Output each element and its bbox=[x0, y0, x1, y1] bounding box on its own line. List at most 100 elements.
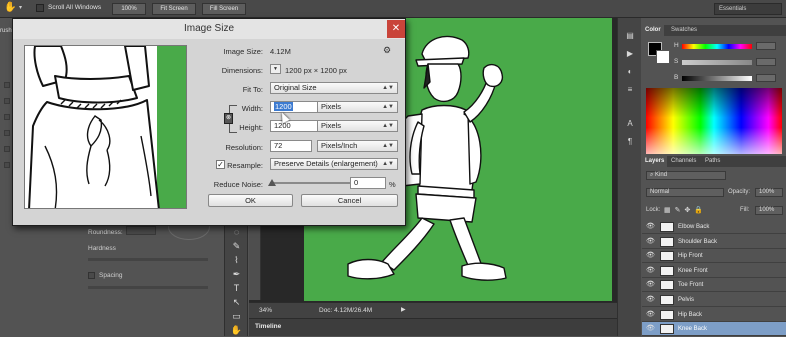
saturation-slider[interactable] bbox=[682, 60, 752, 65]
blend-mode-select[interactable]: Normal bbox=[646, 188, 724, 197]
hue-slider[interactable] bbox=[682, 44, 752, 49]
ok-button[interactable]: OK bbox=[208, 194, 293, 207]
tool-preset-chevron-icon[interactable]: ▾ bbox=[19, 4, 22, 11]
resample-select[interactable]: Preserve Details (enlargement) ▲▼ bbox=[270, 158, 398, 170]
image-size-dialog: Image Size ✕ Image Size: 4.12M ⚙ Dimensi… bbox=[12, 18, 406, 226]
layer-row[interactable]: 👁 Shoulder Back bbox=[642, 234, 786, 249]
reduce-noise-input[interactable]: 0 bbox=[350, 177, 386, 189]
layer-row[interactable]: 👁 Knee Front bbox=[642, 263, 786, 278]
chevron-down-icon: ▲▼ bbox=[382, 104, 394, 110]
height-unit-value: Pixels bbox=[321, 121, 342, 130]
layer-filter-kind[interactable]: ⌕ Kind bbox=[646, 171, 726, 180]
spacing-slider[interactable] bbox=[88, 286, 208, 289]
eye-visibility-icon[interactable]: 👁 bbox=[646, 281, 655, 289]
tab-channels[interactable]: Channels bbox=[668, 156, 699, 167]
image-preview[interactable] bbox=[24, 45, 187, 209]
path-select-tool-icon[interactable]: ↖ bbox=[229, 296, 244, 309]
hand-tool-icon[interactable]: ✋ bbox=[229, 324, 244, 337]
fit-screen-button[interactable]: Fit Screen bbox=[152, 3, 196, 15]
lasso-tool-icon[interactable]: ◌ bbox=[229, 226, 244, 239]
reduce-noise-slider[interactable] bbox=[270, 182, 350, 184]
spacing-checkbox[interactable] bbox=[88, 272, 95, 279]
roundness-field[interactable] bbox=[126, 226, 156, 235]
layer-row[interactable]: 👁 Hip Front bbox=[642, 249, 786, 264]
reduce-noise-slider-thumb[interactable] bbox=[268, 179, 276, 186]
tab-layers[interactable]: Layers bbox=[642, 156, 668, 167]
rectangle-tool-icon[interactable]: ▭ bbox=[229, 310, 244, 323]
hue-value[interactable] bbox=[756, 42, 776, 50]
close-button[interactable]: ✕ bbox=[387, 20, 405, 38]
scroll-all-label: Scroll All Windows bbox=[48, 4, 102, 11]
timeline-tab[interactable]: Timeline bbox=[255, 323, 281, 330]
layer-name: Elbow Back bbox=[678, 224, 710, 230]
tab-swatches[interactable]: Swatches bbox=[668, 25, 700, 36]
character-panel-icon[interactable]: A bbox=[622, 118, 638, 130]
opacity-field[interactable]: 100% bbox=[755, 188, 783, 197]
adjustments-panel-icon[interactable]: ◐ bbox=[622, 66, 638, 78]
doc-size[interactable]: Doc: 4.12M/26.4M bbox=[319, 307, 372, 314]
eye-visibility-icon[interactable]: 👁 bbox=[646, 325, 655, 333]
hand-tool-icon[interactable]: ✋ bbox=[4, 2, 16, 13]
type-tool-icon[interactable]: T bbox=[229, 282, 244, 295]
color-panel-tabs: Color Swatches bbox=[642, 25, 786, 36]
dimensions-unit-toggle[interactable]: ▼ bbox=[270, 64, 281, 74]
brush-option-checkbox[interactable] bbox=[4, 98, 10, 104]
fill-field[interactable]: 100% bbox=[755, 206, 783, 215]
eye-visibility-icon[interactable]: 👁 bbox=[646, 238, 655, 246]
quick-select-tool-icon[interactable]: ✎ bbox=[229, 240, 244, 253]
zoom-100-button[interactable]: 100% bbox=[112, 3, 146, 15]
paragraph-panel-icon[interactable]: ¶ bbox=[622, 136, 638, 148]
timeline-panel: Timeline bbox=[249, 318, 617, 336]
brush-option-checkbox[interactable] bbox=[4, 146, 10, 152]
history-panel-icon[interactable]: ▤ bbox=[622, 30, 638, 42]
properties-panel-icon[interactable]: ≡ bbox=[622, 84, 638, 96]
brush-tab[interactable]: rush bbox=[0, 28, 12, 34]
background-color-swatch[interactable] bbox=[656, 50, 670, 64]
lock-icons[interactable]: ▦✎✥🔒 bbox=[664, 206, 707, 214]
layer-name: Knee Front bbox=[678, 267, 708, 274]
brush-option-checkbox[interactable] bbox=[4, 114, 10, 120]
brush-option-checkbox[interactable] bbox=[4, 130, 10, 136]
height-unit-select[interactable]: Pixels ▲▼ bbox=[317, 120, 398, 132]
eye-visibility-icon[interactable]: 👁 bbox=[646, 311, 655, 319]
pen-tool-icon[interactable]: ✒ bbox=[229, 268, 244, 281]
workspace-switcher[interactable]: Essentials bbox=[714, 3, 782, 15]
width-unit-select[interactable]: Pixels ▲▼ bbox=[317, 101, 398, 113]
layer-thumbnail bbox=[660, 236, 674, 247]
hardness-slider[interactable] bbox=[88, 258, 208, 261]
tab-paths[interactable]: Paths bbox=[702, 156, 723, 167]
layer-row[interactable]: 👁 Toe Front bbox=[642, 278, 786, 293]
status-arrow-icon[interactable]: ▶ bbox=[401, 306, 406, 313]
brush-option-checkbox[interactable] bbox=[4, 82, 10, 88]
hardness-label: Hardness bbox=[88, 245, 116, 252]
tab-color[interactable]: Color bbox=[642, 25, 664, 36]
fit-to-select[interactable]: Original Size ▲▼ bbox=[270, 82, 398, 94]
layer-row[interactable]: 👁 Knee Back bbox=[642, 322, 786, 337]
eye-visibility-icon[interactable]: 👁 bbox=[646, 252, 655, 260]
fill-screen-button[interactable]: Fill Screen bbox=[202, 3, 246, 15]
brightness-slider[interactable] bbox=[682, 76, 752, 81]
eye-visibility-icon[interactable]: 👁 bbox=[646, 223, 655, 231]
gear-icon[interactable]: ⚙ bbox=[383, 45, 391, 56]
width-input[interactable]: 1200 bbox=[270, 101, 320, 113]
color-spectrum-shade bbox=[646, 88, 782, 154]
eyedropper-tool-icon[interactable]: ⌇ bbox=[229, 254, 244, 267]
height-input[interactable]: 1200 bbox=[270, 120, 320, 132]
eye-visibility-icon[interactable]: 👁 bbox=[646, 267, 655, 275]
brightness-value[interactable] bbox=[756, 74, 776, 82]
cancel-button[interactable]: Cancel bbox=[301, 194, 398, 207]
preview-artwork bbox=[25, 46, 186, 208]
scroll-all-checkbox[interactable] bbox=[36, 4, 44, 12]
actions-panel-icon[interactable]: ▶ bbox=[622, 48, 638, 60]
layer-row[interactable]: 👁 Elbow Back bbox=[642, 220, 786, 234]
layer-row[interactable]: 👁 Pelvis bbox=[642, 293, 786, 307]
resolution-unit-select[interactable]: Pixels/Inch ▲▼ bbox=[317, 140, 398, 152]
resolution-input[interactable]: 72 bbox=[270, 140, 312, 152]
brush-option-checkbox[interactable] bbox=[4, 162, 10, 168]
zoom-level[interactable]: 34% bbox=[259, 307, 272, 314]
options-bar: ✋ ▾ Scroll All Windows 100% Fit Screen F… bbox=[0, 0, 786, 18]
saturation-value[interactable] bbox=[756, 58, 776, 66]
eye-visibility-icon[interactable]: 👁 bbox=[646, 296, 655, 304]
layer-row[interactable]: 👁 Hip Back bbox=[642, 307, 786, 322]
opacity-label: Opacity: bbox=[728, 189, 751, 195]
